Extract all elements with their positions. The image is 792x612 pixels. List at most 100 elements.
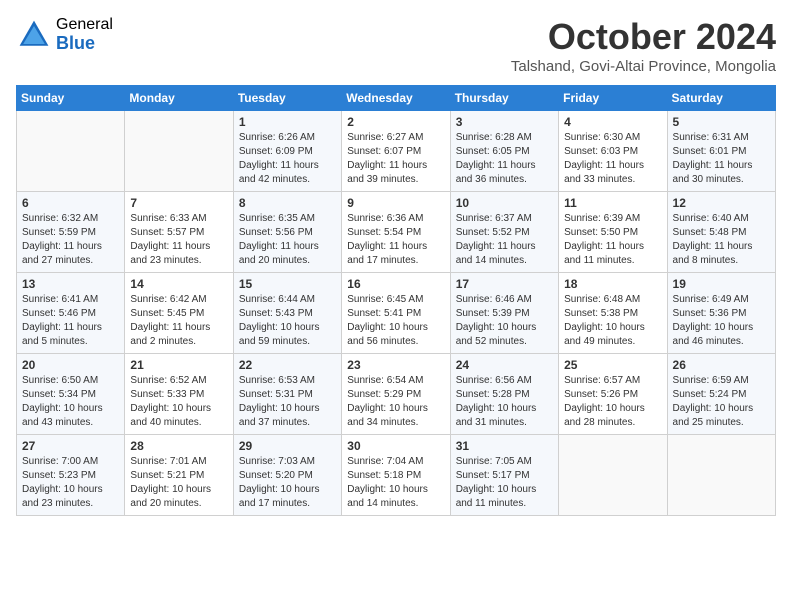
logo-text: General Blue (56, 16, 113, 53)
day-info: Sunrise: 6:45 AMSunset: 5:41 PMDaylight:… (347, 293, 444, 349)
header-monday: Monday (125, 86, 233, 111)
day-info: Sunrise: 6:30 AMSunset: 6:03 PMDaylight:… (564, 131, 661, 187)
day-cell: 10Sunrise: 6:37 AMSunset: 5:52 PMDayligh… (450, 192, 558, 273)
day-number: 3 (456, 115, 553, 129)
day-number: 11 (564, 196, 661, 210)
day-info: Sunrise: 6:50 AMSunset: 5:34 PMDaylight:… (22, 374, 119, 430)
logo-blue: Blue (56, 34, 113, 54)
day-number: 5 (673, 115, 770, 129)
day-number: 31 (456, 439, 553, 453)
day-info: Sunrise: 6:41 AMSunset: 5:46 PMDaylight:… (22, 293, 119, 349)
day-number: 22 (239, 358, 336, 372)
logo: General Blue (16, 16, 113, 53)
day-info: Sunrise: 7:04 AMSunset: 5:18 PMDaylight:… (347, 455, 444, 511)
location: Talshand, Govi-Altai Province, Mongolia (511, 58, 776, 75)
day-number: 28 (130, 439, 227, 453)
header-sunday: Sunday (17, 86, 125, 111)
day-info: Sunrise: 6:40 AMSunset: 5:48 PMDaylight:… (673, 212, 770, 268)
day-info: Sunrise: 6:37 AMSunset: 5:52 PMDaylight:… (456, 212, 553, 268)
day-number: 30 (347, 439, 444, 453)
day-number: 26 (673, 358, 770, 372)
day-info: Sunrise: 6:33 AMSunset: 5:57 PMDaylight:… (130, 212, 227, 268)
day-info: Sunrise: 6:52 AMSunset: 5:33 PMDaylight:… (130, 374, 227, 430)
day-cell: 29 Sunrise: 7:03 AMSunset: 5:20 PMDayligh… (233, 435, 341, 516)
day-number: 25 (564, 358, 661, 372)
day-info: Sunrise: 6:48 AMSunset: 5:38 PMDaylight:… (564, 293, 661, 349)
day-cell: 30 Sunrise: 7:04 AMSunset: 5:18 PMDayligh… (342, 435, 450, 516)
day-cell: 28 Sunrise: 7:01 AMSunset: 5:21 PMDayligh… (125, 435, 233, 516)
day-info: Sunrise: 6:36 AMSunset: 5:54 PMDaylight:… (347, 212, 444, 268)
header-saturday: Saturday (667, 86, 775, 111)
day-info: Sunrise: 6:44 AMSunset: 5:43 PMDaylight:… (239, 293, 336, 349)
day-number: 13 (22, 277, 119, 291)
week-row-5: 27 Sunrise: 7:00 AMSunset: 5:23 PMDayligh… (17, 435, 776, 516)
day-number: 15 (239, 277, 336, 291)
day-number: 20 (22, 358, 119, 372)
day-number: 21 (130, 358, 227, 372)
day-number: 8 (239, 196, 336, 210)
header-row: Sunday Monday Tuesday Wednesday Thursday… (17, 86, 776, 111)
day-info: Sunrise: 7:03 AMSunset: 5:20 PMDaylight:… (239, 455, 336, 511)
day-cell: 15 Sunrise: 6:44 AMSunset: 5:43 PMDayligh… (233, 273, 341, 354)
day-cell: 18Sunrise: 6:48 AMSunset: 5:38 PMDayligh… (559, 273, 667, 354)
header-friday: Friday (559, 86, 667, 111)
week-row-2: 6 Sunrise: 6:32 AMSunset: 5:59 PMDaylight… (17, 192, 776, 273)
day-cell: 31 Sunrise: 7:05 AMSunset: 5:17 PMDayligh… (450, 435, 558, 516)
day-info: Sunrise: 6:31 AMSunset: 6:01 PMDaylight:… (673, 131, 770, 187)
day-number: 24 (456, 358, 553, 372)
week-row-1: 1 Sunrise: 6:26 AMSunset: 6:09 PMDaylight… (17, 111, 776, 192)
day-cell: 1 Sunrise: 6:26 AMSunset: 6:09 PMDaylight… (233, 111, 341, 192)
week-row-4: 20 Sunrise: 6:50 AMSunset: 5:34 PMDayligh… (17, 354, 776, 435)
title-area: October 2024 Talshand, Govi-Altai Provin… (511, 16, 776, 75)
day-cell: 25 Sunrise: 6:57 AMSunset: 5:26 PMDayligh… (559, 354, 667, 435)
day-cell: 22Sunrise: 6:53 AMSunset: 5:31 PMDayligh… (233, 354, 341, 435)
day-info: Sunrise: 7:00 AMSunset: 5:23 PMDaylight:… (22, 455, 119, 511)
day-number: 7 (130, 196, 227, 210)
day-number: 2 (347, 115, 444, 129)
day-cell: 26 Sunrise: 6:59 AMSunset: 5:24 PMDayligh… (667, 354, 775, 435)
day-number: 12 (673, 196, 770, 210)
day-cell: 16 Sunrise: 6:45 AMSunset: 5:41 PMDayligh… (342, 273, 450, 354)
day-number: 27 (22, 439, 119, 453)
day-cell: 2Sunrise: 6:27 AMSunset: 6:07 PMDaylight… (342, 111, 450, 192)
day-number: 19 (673, 277, 770, 291)
day-number: 29 (239, 439, 336, 453)
day-cell: 3 Sunrise: 6:28 AMSunset: 6:05 PMDaylight… (450, 111, 558, 192)
day-info: Sunrise: 6:57 AMSunset: 5:26 PMDaylight:… (564, 374, 661, 430)
day-number: 1 (239, 115, 336, 129)
day-cell: 4 Sunrise: 6:30 AMSunset: 6:03 PMDaylight… (559, 111, 667, 192)
day-info: Sunrise: 6:59 AMSunset: 5:24 PMDaylight:… (673, 374, 770, 430)
day-number: 9 (347, 196, 444, 210)
day-info: Sunrise: 7:01 AMSunset: 5:21 PMDaylight:… (130, 455, 227, 511)
day-info: Sunrise: 6:39 AMSunset: 5:50 PMDaylight:… (564, 212, 661, 268)
day-cell: 5 Sunrise: 6:31 AMSunset: 6:01 PMDaylight… (667, 111, 775, 192)
header-thursday: Thursday (450, 86, 558, 111)
day-cell: 13 Sunrise: 6:41 AMSunset: 5:46 PMDayligh… (17, 273, 125, 354)
day-cell (667, 435, 775, 516)
page-header: General Blue October 2024 Talshand, Govi… (16, 16, 776, 75)
day-number: 4 (564, 115, 661, 129)
logo-icon (16, 17, 52, 53)
day-number: 16 (347, 277, 444, 291)
day-info: Sunrise: 6:54 AMSunset: 5:29 PMDaylight:… (347, 374, 444, 430)
day-cell: 6 Sunrise: 6:32 AMSunset: 5:59 PMDaylight… (17, 192, 125, 273)
day-number: 6 (22, 196, 119, 210)
calendar-table: Sunday Monday Tuesday Wednesday Thursday… (16, 85, 776, 516)
day-cell: 19Sunrise: 6:49 AMSunset: 5:36 PMDayligh… (667, 273, 775, 354)
day-cell: 11 Sunrise: 6:39 AMSunset: 5:50 PMDayligh… (559, 192, 667, 273)
day-info: Sunrise: 7:05 AMSunset: 5:17 PMDaylight:… (456, 455, 553, 511)
day-cell: 7 Sunrise: 6:33 AMSunset: 5:57 PMDaylight… (125, 192, 233, 273)
day-cell: 14Sunrise: 6:42 AMSunset: 5:45 PMDayligh… (125, 273, 233, 354)
logo-general: General (56, 16, 113, 34)
day-info: Sunrise: 6:26 AMSunset: 6:09 PMDaylight:… (239, 131, 336, 187)
day-cell: 24Sunrise: 6:56 AMSunset: 5:28 PMDayligh… (450, 354, 558, 435)
day-number: 23 (347, 358, 444, 372)
day-info: Sunrise: 6:46 AMSunset: 5:39 PMDaylight:… (456, 293, 553, 349)
day-cell: 23 Sunrise: 6:54 AMSunset: 5:29 PMDayligh… (342, 354, 450, 435)
day-cell: 12 Sunrise: 6:40 AMSunset: 5:48 PMDayligh… (667, 192, 775, 273)
day-cell: 8Sunrise: 6:35 AMSunset: 5:56 PMDaylight… (233, 192, 341, 273)
day-info: Sunrise: 6:32 AMSunset: 5:59 PMDaylight:… (22, 212, 119, 268)
day-cell (559, 435, 667, 516)
day-cell (125, 111, 233, 192)
day-info: Sunrise: 6:28 AMSunset: 6:05 PMDaylight:… (456, 131, 553, 187)
